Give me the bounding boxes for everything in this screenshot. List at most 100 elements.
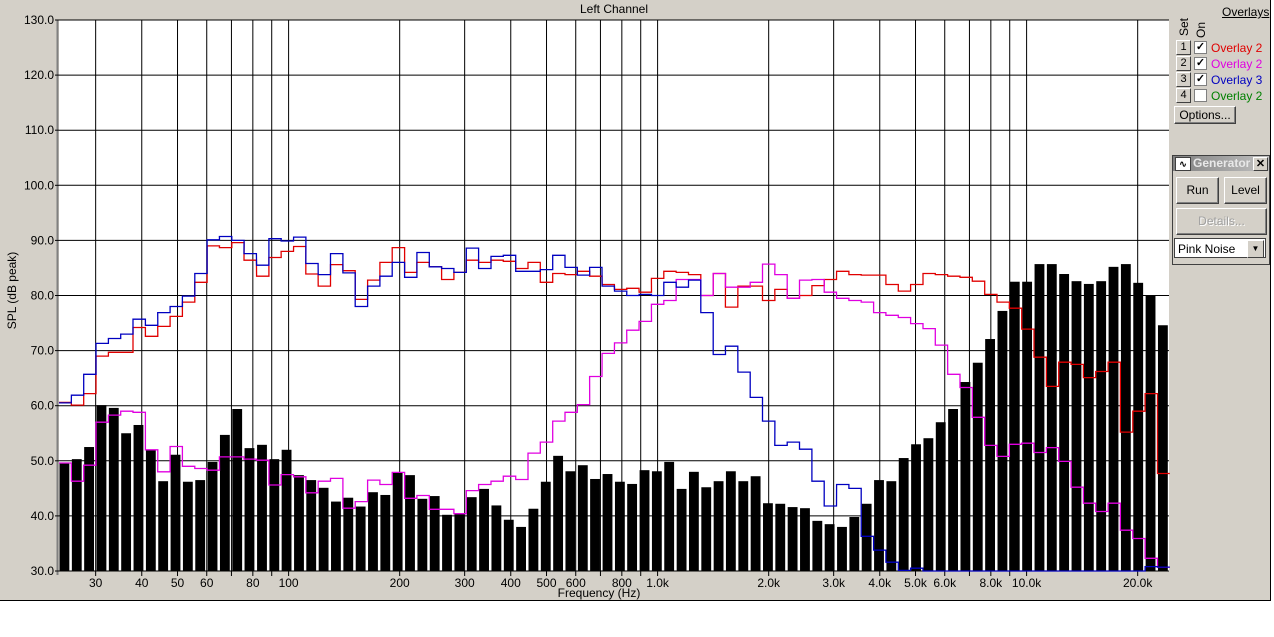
spectrum-bar	[886, 481, 897, 571]
x-tick-label: 8.0k	[979, 576, 1003, 590]
spectrum-bar	[1145, 295, 1156, 571]
spectrum-bar	[960, 382, 971, 571]
spectrum-bar	[380, 494, 391, 571]
spectrum-bar	[750, 476, 761, 571]
overlay-set-button[interactable]: 3	[1176, 72, 1191, 87]
spectrum-bar	[1133, 282, 1144, 571]
signal-select[interactable]: Pink Noise ▼	[1174, 238, 1266, 258]
generator-panel: ∿ Generator ✕ Run Level Details... Pink …	[1172, 155, 1270, 265]
x-tick-label: 20.0k	[1123, 576, 1153, 590]
overlay-on-checkbox[interactable]: ✓	[1194, 57, 1207, 70]
spectrum-bar	[651, 471, 662, 571]
spectrum-bar	[318, 487, 329, 571]
chevron-down-icon[interactable]: ▼	[1247, 240, 1264, 258]
spectrum-bar	[861, 503, 872, 571]
spectrum-bar	[232, 409, 243, 571]
spectrum-bar	[1157, 325, 1168, 571]
spectrum-bar	[516, 526, 526, 571]
overlay-set-button[interactable]: 2	[1176, 56, 1191, 71]
spectrum-bar	[528, 508, 539, 571]
spectrum-bar	[874, 480, 884, 571]
spectrum-bar	[972, 362, 983, 571]
spectrum-bar	[775, 503, 786, 571]
x-tick-label: 10.0k	[1012, 576, 1042, 590]
run-button[interactable]: Run	[1176, 177, 1219, 204]
y-tick-label: 60.0	[31, 399, 55, 413]
spectrum-bar	[898, 458, 909, 571]
spectrum-chart: Left Channel 30.0 40.0 50.0 60.0 70.0 80.0 90.0…	[5, 2, 1170, 600]
details-button[interactable]: Details...	[1176, 208, 1267, 235]
spectrum-bar	[244, 448, 255, 571]
overlay-row: 4 Overlay 2	[1176, 88, 1262, 103]
spectrum-bar	[479, 488, 489, 571]
spectrum-bar	[725, 471, 736, 571]
overlay-row: 2 ✓ Overlay 2	[1176, 56, 1262, 71]
y-tick-label: 40.0	[31, 509, 55, 523]
x-tick-label: 1.0k	[646, 576, 670, 590]
x-tick-label: 3.0k	[822, 576, 846, 590]
spectrum-bar	[1096, 281, 1107, 571]
overlay-on-checkbox[interactable]: ✓	[1194, 41, 1207, 54]
spectrum-bar	[170, 454, 181, 571]
y-tick-label: 120.0	[24, 68, 54, 82]
spectrum-bar	[1120, 264, 1131, 571]
x-tick-label: 500	[537, 576, 557, 590]
overlay-set-button[interactable]: 1	[1176, 40, 1191, 55]
level-button[interactable]: Level	[1224, 177, 1267, 204]
spectrum-bar	[182, 481, 193, 571]
spectrum-bar	[639, 470, 650, 571]
spectrum-bar	[935, 422, 946, 571]
spectrum-bar	[392, 472, 403, 571]
set-column-label: Set	[1177, 18, 1191, 37]
y-tick-label: 100.0	[24, 178, 54, 192]
spectrum-bar	[1034, 264, 1045, 571]
x-tick-label: 4.0k	[868, 576, 892, 590]
spectrum-bar	[306, 480, 317, 571]
on-column-label: On	[1194, 22, 1208, 39]
x-tick-label: 6.0k	[933, 576, 957, 590]
spectrum-bar	[590, 478, 600, 571]
overlay-set-button[interactable]: 4	[1176, 88, 1191, 103]
spectrum-bar	[1009, 281, 1020, 571]
spectrum-bar	[627, 483, 638, 571]
overlay-on-checkbox[interactable]: ✓	[1194, 73, 1207, 86]
x-tick-label: 400	[501, 576, 521, 590]
x-tick-label: 100	[279, 576, 299, 590]
generator-title-bar[interactable]: ∿ Generator ✕	[1173, 156, 1269, 171]
overlay-label: Overlay 3	[1211, 72, 1263, 87]
spectrum-bar	[540, 481, 551, 571]
spectrum-bar	[911, 444, 921, 571]
spectrum-bar	[553, 455, 564, 571]
spectrum-bar	[417, 498, 428, 571]
spectrum-bar	[429, 496, 440, 571]
spectrum-bar	[368, 492, 378, 571]
spectrum-bar	[454, 513, 465, 571]
options-button[interactable]: Options...	[1174, 106, 1236, 124]
y-tick-label: 130.0	[24, 13, 54, 27]
x-tick-label: 30	[89, 576, 103, 590]
x-tick-label: 60	[200, 576, 214, 590]
spectrum-bar	[1083, 283, 1094, 571]
spectrum-bar	[207, 461, 218, 571]
spectrum-bar	[923, 438, 934, 571]
analyzer-window: Left Channel 30.0 40.0 50.0 60.0 70.0 80.0 90.0…	[0, 0, 1271, 601]
chart-title: Left Channel	[580, 2, 648, 16]
x-tick-label: 80	[246, 576, 260, 590]
x-axis-label: Frequency (Hz)	[558, 586, 641, 600]
x-tick-label: 40	[135, 576, 149, 590]
spectrum-bar	[688, 471, 699, 571]
spectrum-bar	[442, 514, 452, 571]
close-icon[interactable]: ✕	[1253, 157, 1268, 171]
overlay-on-checkbox[interactable]	[1194, 89, 1207, 102]
spectrum-bar	[503, 519, 514, 571]
spectrum-bar	[269, 459, 280, 571]
y-tick-label: 70.0	[31, 344, 55, 358]
spectrum-bar	[133, 424, 144, 571]
signal-select-value: Pink Noise	[1178, 242, 1236, 256]
spectrum-bar	[1046, 264, 1057, 571]
spectrum-bar	[1022, 281, 1033, 571]
overlays-panel: Overlays Set On 1 ✓ Overlay 2 2 ✓ Overlay 2 3 ✓…	[1172, 0, 1270, 300]
spectrum-bar	[59, 463, 70, 571]
overlay-row: 3 ✓ Overlay 3	[1176, 72, 1262, 87]
x-tick-label: 5.0k	[904, 576, 928, 590]
